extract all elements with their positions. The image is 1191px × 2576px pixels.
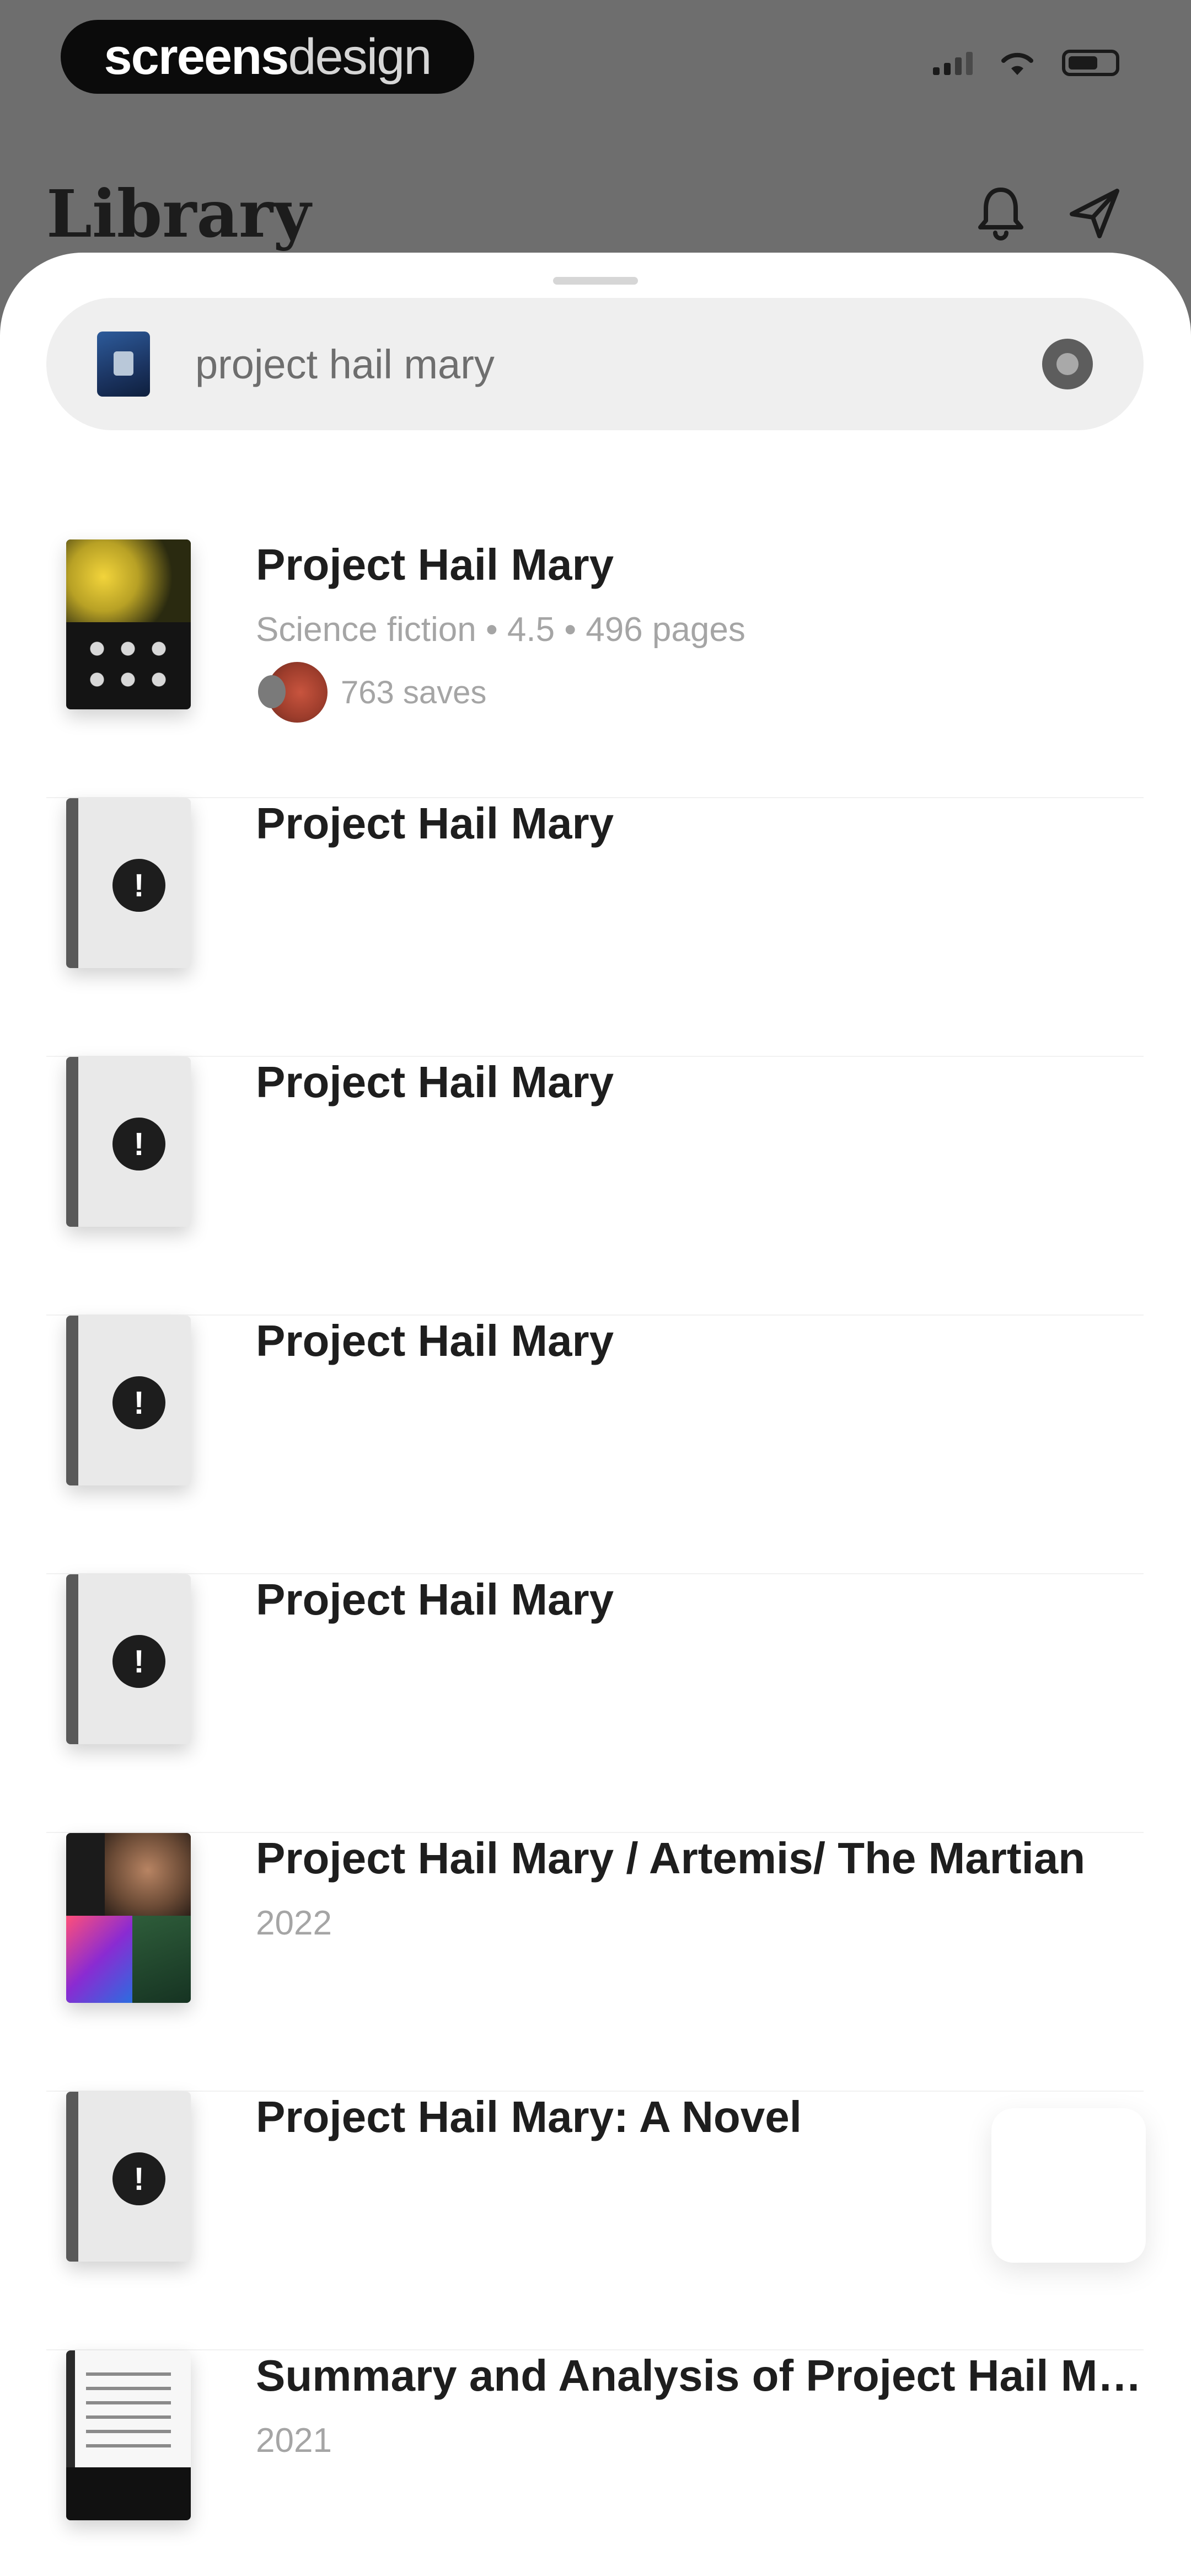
book-cover [66, 539, 191, 709]
book-cover-placeholder: ! [66, 2092, 191, 2262]
result-item[interactable]: Summary and Analysis of Project Hail Mar… [46, 2350, 1144, 2576]
book-cover-placeholder: ! [66, 1316, 191, 1485]
send-icon[interactable] [1064, 182, 1125, 243]
result-title: Project Hail Mary [256, 1057, 614, 1107]
screen: screens design Library project hail mary… [0, 0, 1191, 2576]
result-title: Summary and Analysis of Project Hail Mar… [256, 2351, 1144, 2400]
alert-icon: ! [112, 859, 165, 912]
wifi-icon [1001, 52, 1033, 75]
result-title: Project Hail Mary / Artemis/ The Martian [256, 1834, 1086, 1883]
book-cover [66, 2350, 191, 2520]
result-item[interactable]: ! Project Hail Mary: A Novel [46, 2092, 1144, 2350]
clear-icon [1056, 353, 1079, 375]
result-title: Project Hail Mary [256, 540, 614, 589]
result-item[interactable]: Project Hail Mary / Artemis/ The Martian… [46, 1833, 1144, 2092]
result-meta: Science fiction • 4.5 • 496 pages [256, 611, 745, 649]
avatar [258, 662, 328, 723]
search-results-list: Project Hail Mary Science fiction • 4.5 … [46, 539, 1144, 2576]
brand-logo-light: design [288, 28, 432, 85]
page-title: Library [46, 175, 311, 252]
saves-info: 763 saves [258, 662, 487, 723]
sheet-grabber[interactable] [553, 277, 638, 285]
screensdesign-logo: screens design [61, 20, 474, 94]
alert-icon: ! [112, 1376, 165, 1429]
alert-icon: ! [112, 2152, 165, 2205]
book-cover-placeholder: ! [66, 798, 191, 968]
result-meta: 2022 [256, 1904, 332, 1942]
status-icons [933, 50, 1119, 76]
result-title: Project Hail Mary [256, 799, 614, 848]
result-meta: 2021 [256, 2422, 332, 2460]
cellular-signal-icon [933, 51, 973, 75]
floating-action-button[interactable] [991, 2108, 1146, 2263]
result-item[interactable]: ! Project Hail Mary [46, 798, 1144, 1057]
book-cover-placeholder: ! [66, 1574, 191, 1744]
book-thumbnail-icon [97, 332, 150, 397]
battery-icon [1062, 50, 1119, 76]
alert-icon: ! [112, 1118, 165, 1171]
result-item[interactable]: ! Project Hail Mary [46, 1574, 1144, 1833]
saves-count: 763 saves [341, 674, 487, 710]
book-cover [66, 1833, 191, 2003]
result-title: Project Hail Mary [256, 1316, 614, 1365]
result-title: Project Hail Mary [256, 1575, 614, 1624]
bell-icon[interactable] [970, 182, 1031, 243]
result-item[interactable]: ! Project Hail Mary [46, 1057, 1144, 1316]
alert-icon: ! [112, 1635, 165, 1688]
clear-search-button[interactable] [1042, 339, 1093, 389]
book-cover-placeholder: ! [66, 1057, 191, 1227]
result-item[interactable]: Project Hail Mary Science fiction • 4.5 … [46, 539, 1144, 798]
result-item[interactable]: ! Project Hail Mary [46, 1316, 1144, 1574]
brand-logo-strong: screens [104, 28, 289, 85]
search-input[interactable] [194, 340, 1042, 388]
search-bar[interactable] [46, 298, 1144, 430]
